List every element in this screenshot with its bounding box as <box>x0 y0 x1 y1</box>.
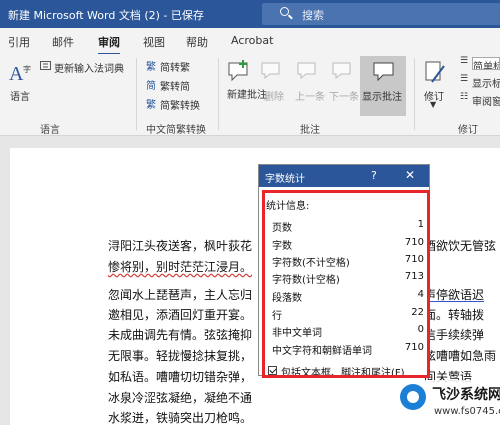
update-ime-label: 更新输入法词典 <box>54 64 124 75</box>
search-placeholder: 搜索 <box>302 9 324 22</box>
doc-line: 惨将别，别时茫茫江浸月。 <box>108 260 253 274</box>
doc-line: 邀相见，添酒回灯重开宴。 <box>108 308 253 322</box>
doc-line-right: 面。转轴拨 <box>424 308 485 322</box>
tab-review[interactable]: 审阅 <box>98 34 120 55</box>
watermark-url: www.fs0745.com <box>434 406 500 417</box>
delete-comment-label: 删除 <box>264 92 284 103</box>
language-group-label: 语言 <box>40 125 60 136</box>
chinese-convert-label: 简繁转换 <box>160 101 200 112</box>
svg-text:字: 字 <box>23 64 31 74</box>
brand-logo-icon <box>400 384 426 410</box>
doc-line: 冰泉冷涩弦凝绝，凝绝不通 <box>108 391 253 405</box>
doc-line: 忽闻水上琵琶声，主人忘归 <box>108 288 253 302</box>
markup-icon: ☰ <box>460 56 469 66</box>
previous-comment-icon <box>297 62 316 80</box>
search-icon <box>280 7 289 16</box>
watermark: 飞沙系统网 www.fs0745.com <box>396 380 500 425</box>
group-divider <box>136 58 137 130</box>
chinese-group-label: 中文简繁转换 <box>146 125 206 136</box>
next-comment-label: 下一条 <box>329 92 359 103</box>
doc-line-right: 酒欲饮无管弦 <box>424 239 497 253</box>
show-markup-icon: ☰ <box>460 74 469 84</box>
show-comments-label: 显示批注 <box>362 92 402 103</box>
tab-view[interactable]: 视图 <box>143 34 165 50</box>
tab-help[interactable]: 帮助 <box>186 34 208 50</box>
simplified-icon: 简 <box>146 81 156 92</box>
traditional-icon: 繁 <box>146 62 156 73</box>
search-box[interactable]: 搜索 <box>262 3 500 25</box>
dialog-title-bar[interactable]: 字数统计 ? ✕ <box>259 165 429 187</box>
doc-line-right: 弦嘈嘈如急雨 <box>424 349 497 363</box>
language-icon: A 字 <box>9 63 31 85</box>
group-divider <box>218 58 219 130</box>
language-label: 语言 <box>10 92 30 103</box>
track-changes-icon <box>425 61 445 83</box>
new-comment-label: 新建批注 <box>227 90 267 101</box>
doc-line: 无限事。轻拢慢捻抹复挑， <box>108 349 253 363</box>
group-divider <box>414 58 415 130</box>
review-pane-icon: ☷ <box>460 92 469 102</box>
window-title: 新建 Microsoft Word 文档 (2) - 已保存 <box>8 9 204 22</box>
doc-line: 未成曲调先有情。弦弦掩抑 <box>108 328 253 342</box>
previous-comment-label: 上一条 <box>295 92 325 103</box>
doc-line-right: 声停欲语迟 <box>424 288 485 302</box>
doc-line: 水浆迸，铁骑突出刀枪鸣。 <box>108 411 253 425</box>
svg-text:A: A <box>9 63 24 85</box>
ribbon-review: A 字 语言 更新输入法词典 语言 繁 简转繁 简 繁转简 繁 简繁转换 中文简… <box>0 54 500 136</box>
simple-markup-label: 简单标 <box>472 57 500 70</box>
ribbon-tabs: 引用 邮件 审阅 视图 帮助 Acrobat <box>0 28 500 55</box>
show-markup-label: 显示标 <box>472 79 500 90</box>
new-comment-icon <box>228 60 248 82</box>
doc-line: 浔阳江头夜送客，枫叶荻花 <box>108 239 253 253</box>
track-dropdown-icon: ▼ <box>430 100 437 109</box>
review-pane-label: 审阅窗 <box>472 97 500 108</box>
doc-line: 如私语。嘈嘈切切错杂弹， <box>108 370 253 384</box>
help-icon[interactable]: ? <box>371 169 377 182</box>
show-comments-icon <box>373 62 394 82</box>
comments-group-label: 批注 <box>300 125 320 136</box>
tracking-group-label: 修订 <box>458 125 478 136</box>
show-comments-button[interactable]: 显示批注 <box>360 56 406 116</box>
tab-references[interactable]: 引用 <box>8 34 30 50</box>
convert-icon: 繁 <box>146 100 156 111</box>
tab-mailings[interactable]: 邮件 <box>52 34 74 50</box>
doc-line-right: 信手续续弹 <box>424 328 485 342</box>
highlight-box <box>262 190 430 378</box>
to-simplified-label: 繁转简 <box>160 82 190 93</box>
dialog-title: 字数统计 <box>265 174 305 185</box>
dictionary-icon <box>40 61 51 70</box>
tab-acrobat[interactable]: Acrobat <box>231 34 273 47</box>
delete-comment-icon <box>261 62 280 80</box>
title-bar: 新建 Microsoft Word 文档 (2) - 已保存 搜索 <box>0 0 500 28</box>
close-icon[interactable]: ✕ <box>405 168 415 182</box>
next-comment-icon <box>332 62 351 80</box>
watermark-brand: 飞沙系统网 <box>432 387 500 403</box>
to-traditional-label: 简转繁 <box>160 63 190 74</box>
